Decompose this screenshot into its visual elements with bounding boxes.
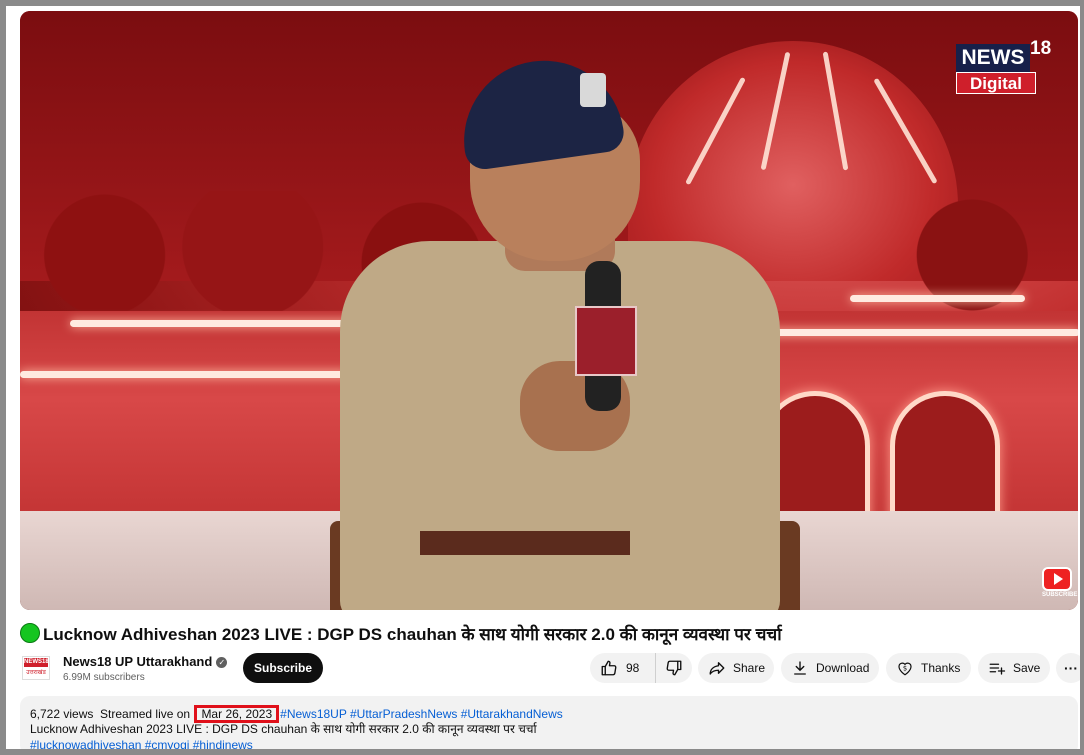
dislike-button[interactable]: [656, 653, 692, 683]
youtube-play-icon: [1042, 567, 1072, 591]
thanks-button[interactable]: $ Thanks: [886, 653, 971, 683]
thumbs-up-icon: [601, 660, 617, 676]
video-title: Lucknow Adhiveshan 2023 LIVE : DGP DS ch…: [43, 624, 782, 644]
lit-archway: [890, 391, 1000, 531]
speaker-figure: [330, 50, 800, 610]
thanks-heart-dollar-icon: $: [898, 662, 912, 676]
light-strip: [850, 295, 1025, 302]
channel-name-text: News18 UP Uttarakhand: [63, 654, 213, 669]
video-title-row: Lucknow Adhiveshan 2023 LIVE : DGP DS ch…: [20, 620, 1078, 646]
news18-digital-logo: NEWS 18 Digital: [956, 38, 1052, 96]
description-box[interactable]: 6,722 views Streamed live on Mar 26, 202…: [20, 696, 1078, 755]
view-count: 6,722 views: [30, 707, 94, 721]
share-arrow-icon: [709, 662, 725, 675]
description-meta-line: 6,722 views Streamed live on Mar 26, 202…: [30, 705, 1068, 723]
share-label: Share: [733, 661, 766, 675]
verified-check-icon: ✓: [216, 657, 228, 668]
more-actions-button[interactable]: ···: [1056, 653, 1084, 683]
description-text: Lucknow Adhiveshan 2023 LIVE : DGP DS ch…: [30, 722, 537, 736]
subscribe-watermark[interactable]: SUBSCRIBE: [1042, 567, 1078, 601]
share-button[interactable]: Share: [698, 653, 774, 683]
belt: [420, 531, 630, 555]
live-indicator-icon: [20, 623, 40, 643]
subscribe-watermark-label: SUBSCRIBE: [1042, 592, 1078, 598]
logo-text-digital: Digital: [956, 72, 1036, 94]
avatar-text-bottom: उत्तराखंड: [26, 670, 46, 676]
subscribe-button[interactable]: Subscribe: [243, 653, 323, 683]
save-button[interactable]: Save: [978, 653, 1050, 683]
hashtag-link[interactable]: #News18UP: [280, 707, 346, 721]
more-dots-icon: ···: [1064, 660, 1078, 676]
channel-name[interactable]: News18 UP Uttarakhand ✓: [63, 654, 228, 669]
like-count: 98: [626, 661, 640, 675]
like-dislike-group: 98: [590, 653, 692, 683]
logo-text-news: NEWS: [956, 44, 1030, 72]
subscriber-count: 6.99M subscribers: [63, 672, 145, 683]
thumbs-down-icon: [666, 660, 682, 676]
video-player[interactable]: NEWS 18 Digital SUBSCRIBE: [20, 11, 1078, 610]
description-hashtags-line[interactable]: #lucknowadhiveshan #cmyogi #hindinews: [30, 737, 1068, 753]
light-strip: [20, 371, 350, 378]
save-label: Save: [1013, 661, 1041, 675]
download-button[interactable]: Download: [781, 653, 879, 683]
streamed-label: Streamed live on: [100, 707, 191, 721]
light-strip: [70, 320, 360, 327]
logo-text-number: 18: [1030, 38, 1052, 59]
download-label: Download: [816, 661, 870, 675]
channel-action-row: NEWS18 उत्तराखंड News18 UP Uttarakhand ✓ …: [20, 650, 1084, 686]
hashtag-link[interactable]: #UttarakhandNews: [461, 707, 563, 721]
thanks-label: Thanks: [921, 661, 961, 675]
like-button[interactable]: 98: [590, 653, 656, 683]
channel-avatar[interactable]: NEWS18 उत्तराखंड: [22, 656, 50, 680]
download-icon: [794, 661, 806, 675]
cap-badge: [580, 73, 606, 107]
avatar-text-top: NEWS18: [24, 658, 49, 667]
playlist-add-icon: [989, 663, 1006, 675]
hashtag-link[interactable]: #UttarPradeshNews: [350, 707, 457, 721]
microphone-flag: [575, 306, 637, 376]
svg-text:$: $: [903, 664, 907, 672]
